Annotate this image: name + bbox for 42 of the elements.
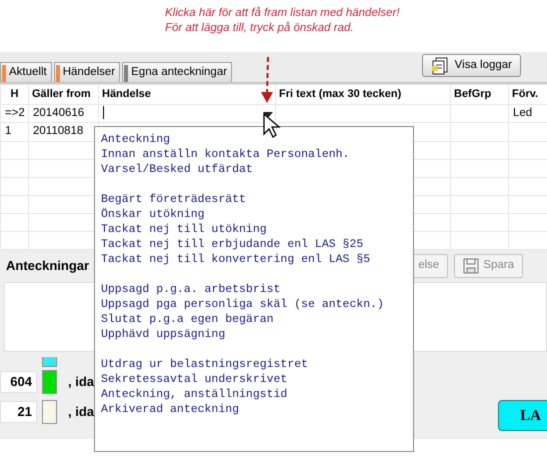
dropdown-item[interactable]: Tackat nej till utökning	[101, 222, 407, 237]
dropdown-item[interactable]: Innan anställn kontakta Personalenh.	[101, 147, 407, 162]
indicator-label: , ida	[68, 372, 94, 391]
dropdown-item[interactable]: Utdrag ur belastningsregistret	[101, 357, 407, 372]
dropdown-item[interactable]: Tackat nej till erbjudande enl LAS §25	[101, 237, 407, 252]
table-cell: 20140616	[28, 104, 98, 123]
dropdown-item[interactable]: Anteckning, anställningstid	[101, 387, 407, 402]
dropdown-item[interactable]: Tackat nej till konvertering enl LAS §5	[101, 252, 407, 267]
dropdown-item[interactable]: Upphävd uppsägning	[101, 327, 407, 342]
column-header: BefGrp	[450, 84, 508, 104]
dropdown-item[interactable]: Uppsagd p.g.a. arbetsbrist	[101, 282, 407, 297]
dropdown-item[interactable]: Slutat p.g.a egen begäran	[101, 312, 407, 327]
text-cursor	[103, 106, 104, 120]
table-cell: =>2	[0, 104, 28, 123]
number-field[interactable]: 21	[0, 400, 37, 422]
dropdown-arrow-icon[interactable]	[263, 112, 273, 118]
dashed-arrow	[261, 56, 273, 103]
tab[interactable]: Egna anteckningar	[122, 62, 232, 82]
dropdown-item[interactable]: Anteckning	[101, 132, 407, 147]
dropdown-item[interactable]: Begärt företrädesrätt	[101, 192, 407, 207]
column-header: Händelse	[98, 84, 276, 104]
la-button[interactable]: LA	[498, 400, 547, 430]
dropdown-item[interactable]: Uppsagd pga personliga skäl (se anteckn.)	[101, 297, 407, 312]
annotation-text: För att lägga till, tryck på önskad rad.	[165, 21, 355, 36]
column-header: Förv.	[508, 84, 547, 104]
dropdown-item[interactable]: Sekretessavtal underskrivet	[101, 372, 407, 387]
column-header: Gäller from	[28, 84, 98, 104]
table-cell: 1	[0, 122, 28, 141]
dropdown-item[interactable]: Önskar utökning	[101, 207, 407, 222]
column-header: Fri text (max 30 tecken)	[276, 84, 450, 104]
tab[interactable]: Händelser	[54, 62, 120, 82]
show-logs-button[interactable]: Visa loggar	[422, 54, 521, 77]
column-header: H	[0, 84, 28, 104]
indicator-label: , ida	[68, 402, 94, 421]
notes-label: Anteckningar	[5, 256, 90, 275]
tab[interactable]: Aktuellt	[0, 62, 52, 82]
annotation-text: Klicka här för att få fram listan med händelser!	[165, 6, 401, 21]
dropdown-item[interactable]: Arkiverad anteckning	[101, 402, 407, 417]
table-cell: Led	[508, 104, 547, 123]
save-icon	[463, 258, 480, 274]
number-field[interactable]: 604	[0, 370, 37, 392]
dropdown-item[interactable]: Varsel/Besked utfärdat	[101, 162, 407, 177]
